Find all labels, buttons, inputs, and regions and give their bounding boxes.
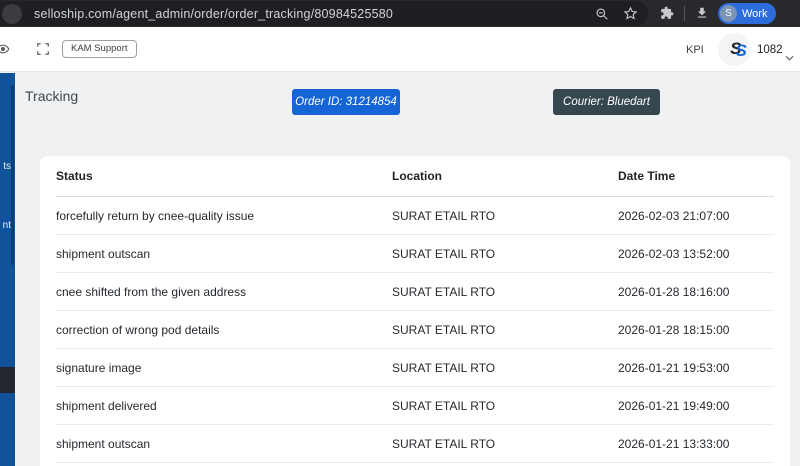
column-header-status: Status <box>56 169 392 183</box>
table-header-row: Status Location Date Time <box>56 156 774 197</box>
main-panel: Tracking Order ID: 31214854 Courier: Blu… <box>15 73 800 466</box>
table-row: signature image SURAT ETAIL RTO 2026-01-… <box>56 349 774 387</box>
bookmark-star-icon[interactable] <box>623 6 638 21</box>
url-text[interactable]: selloship.com/agent_admin/order/order_tr… <box>34 7 393 21</box>
datetime-cell: 2026-02-03 13:52:00 <box>618 247 774 261</box>
table-row: forcefully return by cnee-quality issue … <box>56 197 774 235</box>
sidebar-item-partial-1[interactable]: ts <box>3 161 11 172</box>
profile-label: Work <box>742 8 767 20</box>
sidebar-active-item[interactable] <box>0 367 15 393</box>
chevron-down-icon[interactable] <box>785 48 794 66</box>
location-cell: SURAT ETAIL RTO <box>392 399 618 413</box>
eye-icon[interactable] <box>0 42 11 61</box>
sidebar-scrollbar[interactable] <box>11 85 14 265</box>
column-header-location: Location <box>392 169 618 183</box>
zoom-icon[interactable] <box>595 7 609 21</box>
browser-toolbar: selloship.com/agent_admin/order/order_tr… <box>0 0 800 27</box>
download-icon[interactable] <box>695 6 709 20</box>
order-id-button[interactable]: Order ID: 31214854 <box>292 89 400 115</box>
status-cell: shipment outscan <box>56 437 392 451</box>
datetime-cell: 2026-01-28 18:16:00 <box>618 285 774 299</box>
extensions-icon[interactable] <box>660 6 674 20</box>
tracking-card: Status Location Date Time forcefully ret… <box>40 156 790 466</box>
app-header: KAM Support KPI S S 1082 <box>0 27 800 72</box>
location-cell: SURAT ETAIL RTO <box>392 323 618 337</box>
profile-button[interactable]: S Work <box>718 3 776 24</box>
status-cell: shipment delivered <box>56 399 392 413</box>
location-cell: SURAT ETAIL RTO <box>392 247 618 261</box>
logo-letter-dark: S <box>730 39 733 59</box>
selloship-logo[interactable]: S S <box>718 33 751 66</box>
kpi-link[interactable]: KPI <box>686 44 704 56</box>
column-header-datetime: Date Time <box>618 169 774 183</box>
datetime-cell: 2026-01-21 19:49:00 <box>618 399 774 413</box>
status-cell: signature image <box>56 361 392 375</box>
page-title: Tracking <box>25 88 78 104</box>
status-cell: shipment outscan <box>56 247 392 261</box>
sidebar[interactable]: ts nt <box>0 73 15 466</box>
status-cell: correction of wrong pod details <box>56 323 392 337</box>
status-cell: cnee shifted from the given address <box>56 285 392 299</box>
toolbar-divider <box>684 6 685 21</box>
location-cell: SURAT ETAIL RTO <box>392 209 618 223</box>
datetime-cell: 2026-01-21 13:33:00 <box>618 437 774 451</box>
datetime-cell: 2026-01-28 18:15:00 <box>618 323 774 337</box>
table-row: cnee shifted from the given address SURA… <box>56 273 774 311</box>
status-cell: forcefully return by cnee-quality issue <box>56 209 392 223</box>
location-cell: SURAT ETAIL RTO <box>392 361 618 375</box>
site-info-icon[interactable] <box>2 4 22 24</box>
table-row: shipment outscan SURAT ETAIL RTO 2026-02… <box>56 235 774 273</box>
datetime-cell: 2026-01-21 19:53:00 <box>618 361 774 375</box>
sidebar-item-partial-2[interactable]: nt <box>3 220 11 231</box>
table-row: shipment outscan SURAT ETAIL RTO 2026-01… <box>56 425 774 463</box>
address-bar[interactable]: selloship.com/agent_admin/order/order_tr… <box>0 1 648 26</box>
courier-button[interactable]: Courier: Bluedart <box>553 89 660 115</box>
content-area: ts nt Tracking Order ID: 31214854 Courie… <box>0 73 800 466</box>
location-cell: SURAT ETAIL RTO <box>392 285 618 299</box>
datetime-cell: 2026-02-03 21:07:00 <box>618 209 774 223</box>
fullscreen-icon[interactable] <box>36 42 50 61</box>
avatar: S <box>720 5 737 22</box>
account-number[interactable]: 1082 <box>757 44 783 56</box>
location-cell: SURAT ETAIL RTO <box>392 437 618 451</box>
table-row: correction of wrong pod details SURAT ET… <box>56 311 774 349</box>
logo-letter-blue: S <box>736 41 739 61</box>
kam-support-button[interactable]: KAM Support <box>62 40 137 58</box>
table-row: shipment delivered SURAT ETAIL RTO 2026-… <box>56 387 774 425</box>
